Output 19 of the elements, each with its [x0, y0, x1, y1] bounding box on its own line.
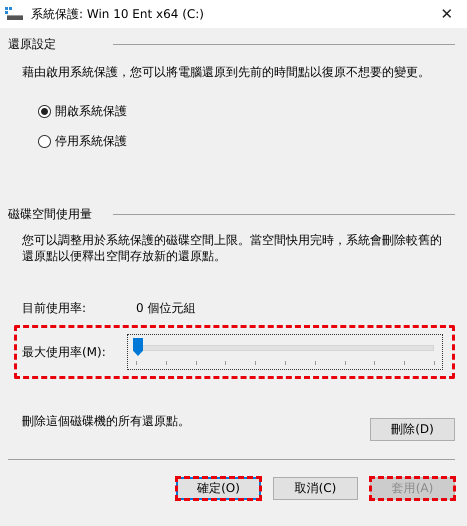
usage-slider[interactable] [127, 334, 443, 370]
section-heading: 還原設定 [8, 36, 57, 52]
radio-label[interactable]: 開啟系統保護 [55, 103, 127, 120]
usage-label: 目前使用率: [22, 300, 88, 317]
radio-label[interactable]: 停用系統保護 [55, 133, 127, 150]
description-text: 您可以調整用於系統保護的磁碟空間上限。當空間快用完時，系統會刪除較舊的還原點以便釋出空間存放新的還原點。 [22, 232, 443, 264]
description-text: 刪除這個磁碟機的所有還原點。 [22, 413, 190, 430]
dialog-button[interactable]: 取消(C) [273, 477, 358, 500]
slider-thumb[interactable] [133, 338, 143, 356]
radio-button[interactable] [38, 135, 51, 148]
drive-icon [5, 7, 23, 21]
delete-button[interactable]: 刪除(D) [370, 418, 455, 441]
slider-label: 最大使用率(M): [22, 344, 107, 360]
radio-button[interactable] [38, 105, 51, 118]
window-title: 系統保護: Win 10 Ent x64 (C:) [31, 6, 205, 22]
close-button[interactable]: ✕ [427, 0, 467, 28]
usage-value: 0 個位元組 [136, 300, 196, 317]
description-text: 藉由啟用系統保護，您可以將電腦還原到先前的時間點以復原不想要的變更。 [22, 64, 431, 80]
section-heading: 磁碟空間使用量 [8, 206, 93, 222]
